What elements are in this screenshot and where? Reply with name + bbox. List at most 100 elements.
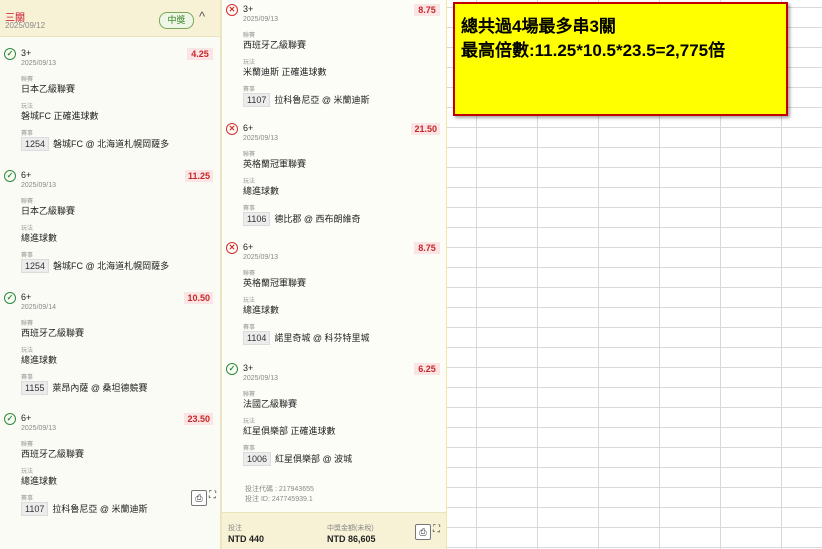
event-code: 1107	[243, 93, 271, 107]
receipt-icon[interactable]: ⎙	[191, 490, 207, 506]
bet-date: 2025/09/13	[21, 182, 57, 189]
stake-label: 投注	[228, 525, 242, 532]
market-value: 總進球數	[21, 476, 58, 486]
bet-date: 2025/09/13	[21, 425, 57, 432]
league-value: 西班牙乙級聯賽	[21, 449, 85, 459]
event-value: 1107 拉科魯尼亞 @ 米蘭迪斯	[21, 502, 148, 516]
bet-odds: 11.25	[184, 170, 213, 182]
event-label: 賽事	[21, 131, 34, 137]
event-value: 1155 萊昂內薩 @ 桑坦德競賽	[21, 381, 148, 395]
ticket-date: 2025/09/12	[5, 21, 46, 30]
league-value: 英格蘭冠軍聯賽	[243, 159, 307, 169]
win-check-icon: ✓	[4, 413, 16, 425]
event-match: 拉科魯尼亞 @ 米蘭迪斯	[52, 504, 148, 514]
event-match: 諾里奇城 @ 科芬特里城	[274, 333, 370, 343]
league-value: 西班牙乙級聯賽	[21, 328, 85, 338]
event-label: 賽事	[21, 496, 34, 502]
bet-pick: 3+	[21, 48, 32, 58]
bet-pick: 6+	[243, 242, 254, 252]
bet-pick: 3+	[243, 4, 254, 14]
bet-pick: 6+	[243, 123, 254, 133]
event-match: 磐城FC @ 北海道札幌岡薩多	[53, 139, 170, 149]
event-value: 1104 諾里奇城 @ 科芬特里城	[243, 331, 370, 345]
event-label: 賽事	[243, 446, 256, 452]
event-label: 賽事	[243, 325, 256, 331]
lose-x-icon: ✕	[226, 4, 238, 16]
event-code: 1254	[21, 137, 50, 151]
bet-pick: 3+	[243, 363, 254, 373]
bet-id: 投注 ID: 247745939.1	[245, 496, 313, 503]
event-label: 賽事	[243, 206, 256, 212]
event-value: 1254 磐城FC @ 北海道札幌岡薩多	[21, 259, 169, 273]
bet-date: 2025/09/13	[243, 375, 279, 382]
market-value: 總進球數	[21, 233, 58, 243]
bet-odds: 10.50	[184, 292, 213, 304]
bet-odds: 6.25	[414, 363, 440, 375]
bet-odds: 23.50	[184, 413, 213, 425]
bet-pick: 6+	[21, 292, 32, 302]
win-check-icon: ✓	[4, 48, 16, 60]
win-check-icon: ✓	[4, 292, 16, 304]
event-code: 1155	[21, 381, 49, 395]
event-match: 拉科魯尼亞 @ 米蘭迪斯	[274, 95, 370, 105]
bet-odds: 8.75	[414, 242, 440, 254]
market-value: 米蘭迪斯 正確進球數	[243, 67, 327, 77]
note-line-1: 總共過4場最多串3關	[461, 17, 616, 36]
bet-odds: 4.25	[187, 48, 213, 60]
event-match: 德比郡 @ 西布朗維奇	[274, 214, 361, 224]
market-value: 磐城FC 正確進球數	[21, 111, 99, 121]
win-badge: 中獎	[159, 12, 194, 29]
event-match: 紅星俱樂部 @ 波城	[275, 454, 353, 464]
event-label: 賽事	[243, 87, 256, 93]
market-value: 總進球數	[21, 355, 58, 365]
win-check-icon: ✓	[4, 170, 16, 182]
event-match: 磐城FC @ 北海道札幌岡薩多	[53, 261, 170, 271]
expand-icon[interactable]: ⛶	[209, 490, 216, 501]
ticket-panel-left: 三關 2025/09/12 中獎 ^ ✓ 3+ 2025/09/13 4.25 …	[0, 0, 221, 549]
lose-x-icon: ✕	[226, 123, 238, 135]
event-code: 1254	[21, 259, 50, 273]
expand-icon[interactable]: ⛶	[433, 524, 440, 535]
bet-pick: 6+	[21, 413, 32, 423]
note-line-2: 最高倍數:11.25*10.5*23.5=2,775倍	[461, 41, 726, 60]
event-code: 1107	[21, 502, 49, 516]
bet-date: 2025/09/14	[21, 304, 57, 311]
event-code: 1106	[243, 212, 271, 226]
league-value: 法國乙級聯賽	[243, 399, 298, 409]
bet-odds: 8.75	[414, 4, 440, 16]
bet-date: 2025/09/13	[243, 135, 279, 142]
event-code: 1104	[243, 331, 271, 345]
market-value: 總進球數	[243, 186, 280, 196]
bet-date: 2025/09/13	[243, 16, 279, 23]
lose-x-icon: ✕	[226, 242, 238, 254]
bet-pick: 6+	[21, 170, 32, 180]
note-box[interactable]: 總共過4場最多串3關 最高倍數:11.25*10.5*23.5=2,775倍	[453, 2, 788, 116]
event-value: 1106 德比郡 @ 西布朗維奇	[243, 212, 361, 226]
event-value: 1006 紅星俱樂部 @ 波城	[243, 452, 352, 466]
event-value: 1254 磐城FC @ 北海道札幌岡薩多	[21, 137, 169, 151]
payout-value: NTD 86,605	[327, 534, 376, 544]
win-check-icon: ✓	[226, 363, 238, 375]
league-value: 英格蘭冠軍聯賽	[243, 278, 307, 288]
league-value: 日本乙級聯賽	[21, 84, 76, 94]
stake-value: NTD 440	[228, 534, 265, 544]
chevron-up-icon[interactable]: ^	[199, 9, 205, 24]
event-label: 賽事	[21, 375, 34, 381]
bet-date: 2025/09/13	[243, 254, 279, 261]
ticket-panel-right: ✕ 3+ 2025/09/13 8.75 聯賽 西班牙乙級聯賽 玩法 米蘭迪斯 …	[221, 0, 447, 549]
bet-odds: 21.50	[411, 123, 440, 135]
market-value: 總進球數	[243, 305, 280, 315]
receipt-icon[interactable]: ⎙	[415, 524, 431, 540]
league-value: 西班牙乙級聯賽	[243, 40, 307, 50]
bet-code: 投注代碼 : 217943655	[245, 486, 314, 493]
event-code: 1006	[243, 452, 272, 466]
market-value: 紅星俱樂部 正確進球數	[243, 426, 336, 436]
event-value: 1107 拉科魯尼亞 @ 米蘭迪斯	[243, 93, 370, 107]
payout-label: 中獎金額(未稅)	[327, 525, 374, 532]
bet-date: 2025/09/13	[21, 60, 57, 67]
ticket-footer: 投注 NTD 440 中獎金額(未稅) NTD 86,605 ⎙ ⛶	[222, 512, 446, 549]
league-value: 日本乙級聯賽	[21, 206, 76, 216]
event-match: 萊昂內薩 @ 桑坦德競賽	[52, 383, 148, 393]
ticket-header[interactable]: 三關 2025/09/12 中獎 ^	[0, 0, 220, 37]
event-label: 賽事	[21, 253, 34, 259]
